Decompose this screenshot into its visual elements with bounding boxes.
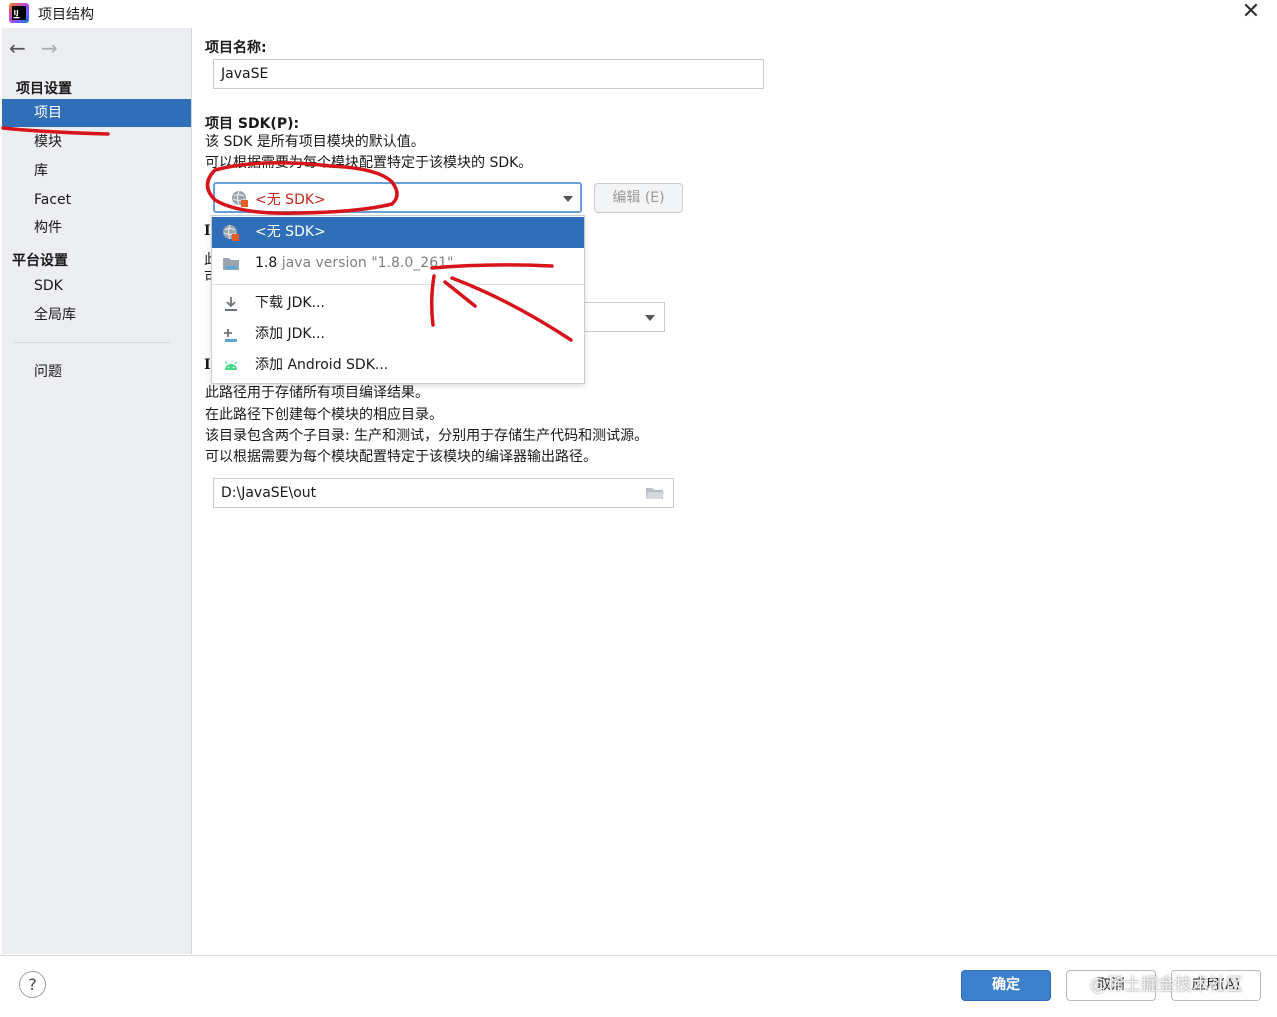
project-sdk-combobox[interactable]: <无 SDK> [213,182,582,213]
download-icon [225,297,237,311]
sdk-selected-value: <无 SDK> [255,192,326,208]
sdk-description-line-2: 可以根据需要为每个模块配置特定于该模块的 SDK。 [205,155,533,171]
chevron-down-icon [563,196,573,202]
help-button[interactable]: ? [19,971,46,998]
output-description-line-1: 此路径用于存储所有项目编译结果。 [205,385,429,401]
intellij-app-icon: IJ [9,3,29,23]
title-bar [0,0,1277,28]
output-description-line-4: 可以根据需要为每个模块配置特定于该模块的编译器输出路径。 [205,449,597,465]
project-name-input[interactable]: JavaSE [213,59,764,89]
compiler-output-path-input[interactable]: D:\JavaSE\out [213,478,674,508]
sidebar-item-libraries[interactable]: 库 [2,157,191,185]
globe-sdk-icon [223,224,239,241]
add-jdk-icon [224,329,237,342]
sidebar-item-artifacts[interactable]: 构件 [2,214,191,242]
sdk-dropdown-list: <无 SDK> 1.8 java version "1.8.0_261" 下载 … [211,215,585,384]
footer-divider [0,955,1277,956]
ok-button[interactable]: 确定 [961,970,1051,1001]
window-title: 项目结构 [38,7,94,23]
dropdown-item-label: 下载 JDK... [255,295,325,311]
globe-sdk-icon [232,190,248,207]
dropdown-item-no-sdk[interactable]: <无 SDK> [212,217,584,248]
chevron-down-icon [645,315,655,321]
language-level-combobox[interactable] [583,302,665,332]
svg-text:IJ: IJ [14,9,19,17]
dropdown-item-label: <无 SDK> [255,224,326,240]
sidebar-header-platform-settings: 平台设置 [12,253,68,269]
language-level-label-partial: I [204,223,211,239]
sidebar-divider [14,342,170,343]
project-sdk-label: 项目 SDK(P): [205,116,300,132]
sidebar-item-project[interactable]: 项目 [2,99,191,127]
dropdown-item-label: 添加 Android SDK... [255,357,389,373]
sidebar-item-facet[interactable]: Facet [2,186,191,214]
dropdown-item-download-jdk[interactable]: 下载 JDK... [212,288,584,319]
back-arrow-icon[interactable]: ← [9,36,26,60]
forward-arrow-icon[interactable]: → [41,36,58,60]
close-icon[interactable]: ✕ [1238,0,1264,26]
dropdown-item-add-android-sdk[interactable]: 添加 Android SDK... [212,350,584,381]
output-description-line-2: 在此路径下创建每个模块的相应目录。 [205,407,443,423]
dropdown-item-sublabel: java version "1.8.0_261" [281,255,454,271]
sidebar-item-problems[interactable]: 问题 [2,358,191,386]
edit-sdk-button[interactable]: 编辑 (E) [594,183,683,213]
watermark: @稀土掘金技术社区 [1090,975,1243,995]
dropdown-item-add-jdk[interactable]: 添加 JDK... [212,319,584,350]
sidebar-item-global-libraries[interactable]: 全局库 [2,301,191,329]
jdk-folder-icon [223,258,239,270]
project-name-label: 项目名称: [205,40,267,56]
sdk-description-line-1: 该 SDK 是所有项目模块的默认值。 [205,134,425,150]
dropdown-item-jdk-1-8[interactable]: 1.8 java version "1.8.0_261" [212,248,584,279]
sidebar-item-sdk[interactable]: SDK [2,272,191,300]
dropdown-item-label: 1.8 [255,255,278,271]
dropdown-item-label: 添加 JDK... [255,326,325,342]
android-icon [225,361,237,370]
sidebar-header-project-settings: 项目设置 [16,81,72,97]
dropdown-divider [212,284,584,285]
sidebar-item-modules[interactable]: 模块 [2,128,191,156]
compiler-output-label-partial: I [204,357,211,373]
folder-browse-icon[interactable] [645,485,665,501]
output-description-line-3: 该目录包含两个子目录: 生产和测试，分别用于存储生产代码和测试源。 [205,428,649,444]
